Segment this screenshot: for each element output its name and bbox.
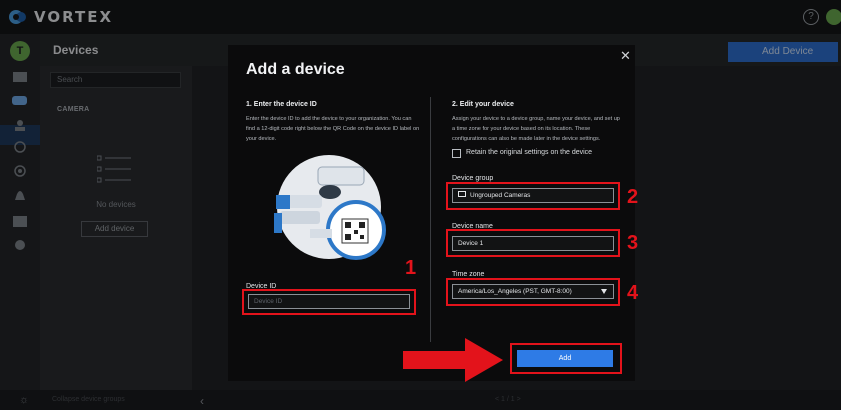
annotation-number-2: 2 <box>627 186 639 208</box>
close-icon[interactable]: ✕ <box>620 48 631 64</box>
device-group-label: Device group <box>452 175 494 182</box>
annotation-box-4 <box>446 278 620 306</box>
annotation-box-2 <box>446 182 620 210</box>
annotation-box-add <box>510 343 622 374</box>
dialog-title: Add a device <box>246 61 345 78</box>
retain-settings-label: Retain the original settings on the devi… <box>466 149 593 156</box>
time-zone-label: Time zone <box>452 271 485 278</box>
annotation-number-3: 3 <box>627 232 639 254</box>
annotation-number-4: 4 <box>627 282 639 304</box>
arrow-right-icon <box>403 338 503 382</box>
step2-description: Assign your device to a device group, na… <box>452 116 620 142</box>
device-label-illustration <box>274 155 386 260</box>
step1-description: Enter the device ID to add the device to… <box>246 116 420 142</box>
step1-title: 1. Enter the device ID <box>246 101 317 108</box>
retain-settings-checkbox[interactable] <box>452 149 461 158</box>
column-divider <box>430 97 431 342</box>
annotation-box-1 <box>242 289 416 315</box>
annotation-number-1: 1 <box>405 257 417 279</box>
step2-title: 2. Edit your device <box>452 101 514 108</box>
annotation-box-3 <box>446 229 620 257</box>
